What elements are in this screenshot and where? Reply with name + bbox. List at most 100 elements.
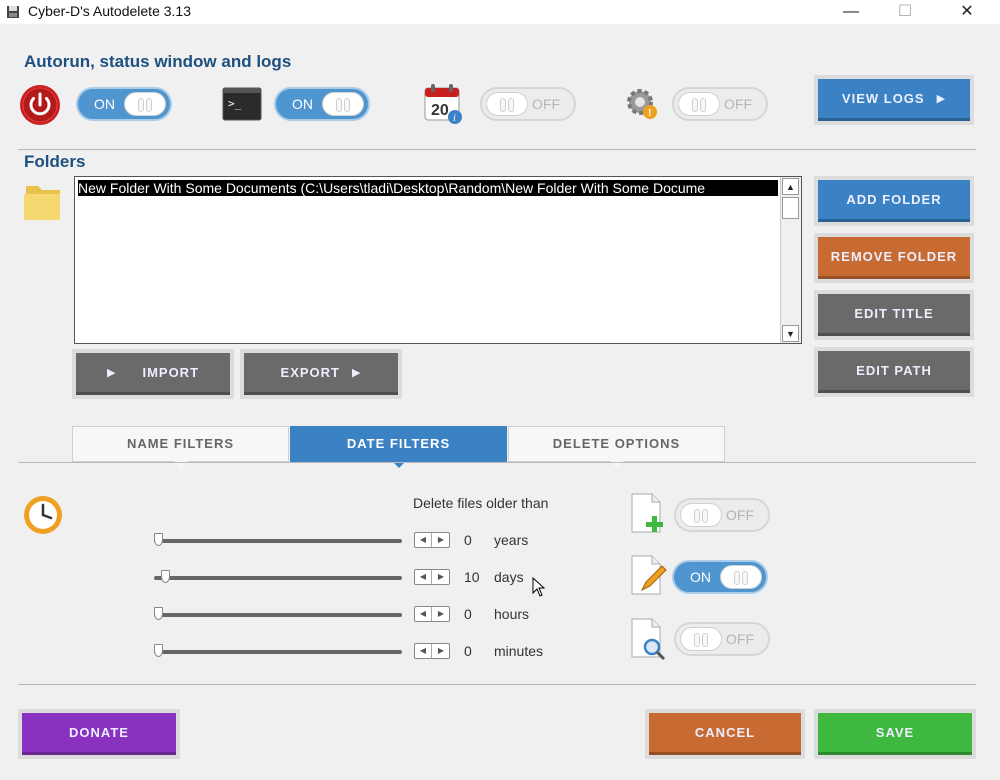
add-folder-button-frame: ADD FOLDER: [814, 176, 974, 226]
console-icon: >_: [222, 87, 262, 121]
add-folder-button[interactable]: ADD FOLDER: [818, 180, 970, 222]
hours-unit: hours: [494, 606, 530, 622]
create-date-toggle[interactable]: OFF: [674, 498, 770, 532]
toggle-knob: [720, 565, 762, 589]
scroll-up-icon[interactable]: ▲: [782, 178, 799, 195]
app-icon: [7, 6, 19, 18]
spin-right-icon[interactable]: ▶: [433, 607, 449, 621]
hours-spinner[interactable]: ◀ ▶: [414, 606, 450, 622]
spin-left-icon[interactable]: ◀: [415, 570, 432, 584]
logs-toggle[interactable]: OFF: [480, 87, 576, 121]
access-date-toggle[interactable]: OFF: [674, 622, 770, 656]
file-search-icon: [631, 618, 666, 661]
slider-thumb[interactable]: [154, 644, 163, 657]
toggle-knob: [124, 92, 166, 116]
tab-name-filters-label: NAME FILTERS: [126, 436, 235, 451]
svg-text:i: i: [453, 113, 456, 124]
minutes-unit: minutes: [494, 643, 544, 659]
save-button[interactable]: SAVE: [818, 713, 972, 755]
donate-button[interactable]: DONATE: [22, 713, 176, 755]
tab-date-filters-label: DATE FILTERS: [346, 436, 451, 451]
import-button-frame: ▶ IMPORT: [72, 349, 234, 399]
remove-folder-button[interactable]: REMOVE FOLDER: [818, 237, 970, 279]
status-window-toggle[interactable]: ON: [274, 87, 370, 121]
date-filter-heading: Delete files older than: [413, 495, 549, 511]
power-icon: [20, 85, 60, 125]
hours-slider[interactable]: [154, 607, 402, 620]
gear-warning-toggle-label: OFF: [724, 96, 752, 112]
donate-button-frame: DONATE: [18, 709, 180, 759]
spin-left-icon[interactable]: ◀: [415, 644, 432, 658]
svg-text:20: 20: [431, 102, 449, 119]
toggle-knob: [680, 503, 722, 527]
minutes-slider[interactable]: [154, 644, 402, 657]
days-spinner[interactable]: ◀ ▶: [414, 569, 450, 585]
window-title: Cyber-D's Autodelete 3.13: [28, 3, 191, 19]
edit-path-button[interactable]: EDIT PATH: [818, 351, 970, 393]
export-label: EXPORT: [280, 365, 340, 380]
scroll-down-icon[interactable]: ▼: [782, 325, 799, 342]
toggle-knob: [322, 92, 364, 116]
chevron-right-icon: ▶: [936, 93, 947, 105]
tab-date-filters[interactable]: DATE FILTERS: [290, 426, 507, 468]
main-window: Autorun, status window and logs ON >_ ON…: [0, 24, 1000, 780]
years-unit: years: [494, 532, 529, 548]
access-date-toggle-label: OFF: [726, 631, 754, 647]
chevron-right-icon: ▶: [106, 367, 117, 379]
years-value: 0: [464, 532, 472, 548]
autorun-toggle-label: ON: [94, 96, 115, 112]
list-scrollbar[interactable]: ▲ ▼: [780, 177, 801, 343]
create-date-toggle-label: OFF: [726, 507, 754, 523]
status-window-toggle-label: ON: [292, 96, 313, 112]
spin-left-icon[interactable]: ◀: [415, 607, 432, 621]
years-slider[interactable]: [154, 533, 402, 546]
edit-title-button[interactable]: EDIT TITLE: [818, 294, 970, 336]
calendar-icon: 20 i: [424, 84, 462, 124]
folders-section-title: Folders: [24, 152, 86, 171]
folder-list-item[interactable]: New Folder With Some Documents (C:\Users…: [78, 180, 778, 196]
file-edit-icon: [631, 555, 667, 595]
close-button[interactable]: ✕: [944, 0, 990, 24]
minutes-value: 0: [464, 643, 472, 659]
years-spinner[interactable]: ◀ ▶: [414, 532, 450, 548]
spin-right-icon[interactable]: ▶: [433, 570, 449, 584]
gear-warning-icon: !: [627, 89, 657, 119]
tab-delete-options-label: DELETE OPTIONS: [552, 436, 681, 451]
spin-right-icon[interactable]: ▶: [433, 533, 449, 547]
view-logs-button-frame: VIEW LOGS ▶: [814, 75, 974, 125]
minimize-button[interactable]: —: [828, 0, 874, 24]
edit-title-button-frame: EDIT TITLE: [814, 290, 974, 340]
slider-thumb[interactable]: [161, 570, 171, 583]
folders-list[interactable]: New Folder With Some Documents (C:\Users…: [74, 176, 802, 344]
scroll-thumb[interactable]: [782, 197, 799, 219]
edit-path-button-frame: EDIT PATH: [814, 347, 974, 397]
autorun-toggle[interactable]: ON: [76, 87, 172, 121]
tabs-divider: [18, 462, 976, 463]
maximize-button[interactable]: ☐: [882, 0, 928, 24]
days-unit: days: [494, 569, 524, 585]
slider-thumb[interactable]: [154, 607, 163, 620]
cancel-button-frame: CANCEL: [645, 709, 805, 759]
svg-text:!: !: [648, 108, 651, 119]
divider: [18, 149, 976, 150]
view-logs-button[interactable]: VIEW LOGS ▶: [818, 79, 970, 121]
export-button[interactable]: EXPORT ▶: [244, 353, 398, 395]
days-slider[interactable]: [154, 570, 402, 583]
modified-date-toggle[interactable]: ON: [672, 560, 768, 594]
gear-warning-toggle[interactable]: OFF: [672, 87, 768, 121]
remove-folder-button-frame: REMOVE FOLDER: [814, 233, 974, 283]
cancel-button[interactable]: CANCEL: [649, 713, 801, 755]
clock-icon: [24, 496, 62, 534]
modified-date-toggle-label: ON: [690, 569, 711, 585]
import-label: IMPORT: [142, 365, 200, 380]
spin-left-icon[interactable]: ◀: [415, 533, 432, 547]
spin-right-icon[interactable]: ▶: [433, 644, 449, 658]
logs-toggle-label: OFF: [532, 96, 560, 112]
tab-name-filters[interactable]: NAME FILTERS: [72, 426, 289, 468]
tab-delete-options[interactable]: DELETE OPTIONS: [508, 426, 725, 468]
minutes-spinner[interactable]: ◀ ▶: [414, 643, 450, 659]
days-value: 10: [464, 569, 480, 585]
slider-thumb[interactable]: [154, 533, 163, 546]
import-button[interactable]: ▶ IMPORT: [76, 353, 230, 395]
chevron-right-icon: ▶: [352, 367, 362, 379]
